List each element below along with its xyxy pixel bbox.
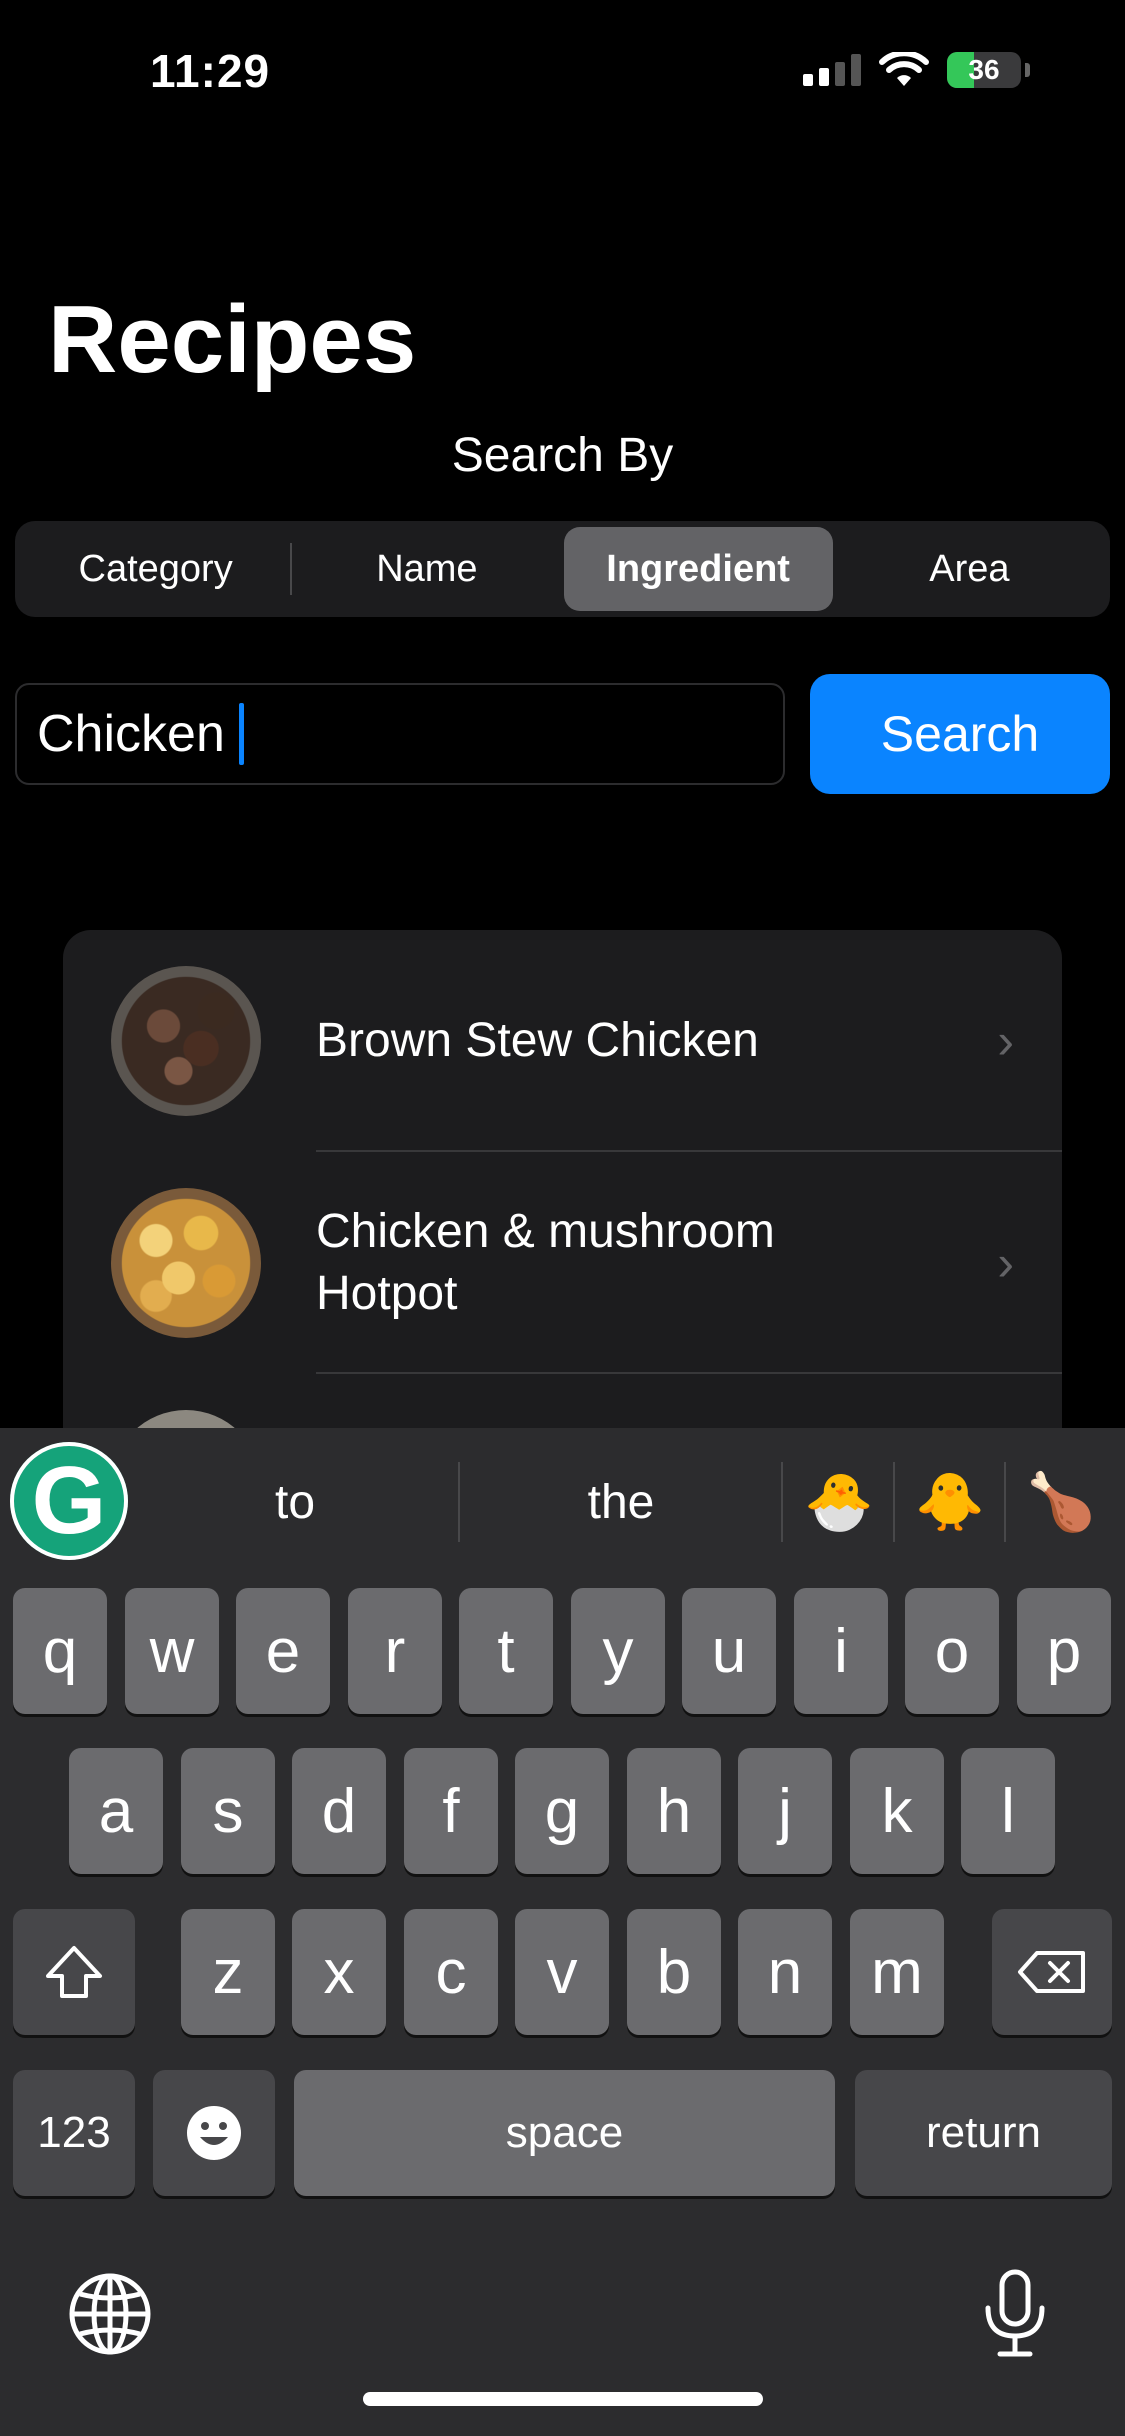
key-s[interactable]: s — [181, 1748, 275, 1874]
key-p[interactable]: p — [1017, 1588, 1111, 1714]
return-key[interactable]: return — [855, 2070, 1112, 2196]
segment-ingredient[interactable]: Ingredient — [563, 527, 833, 611]
key-m[interactable]: m — [850, 1909, 944, 2035]
key-b[interactable]: b — [627, 1909, 721, 2035]
key-z[interactable]: z — [181, 1909, 275, 2035]
segment-category[interactable]: Category — [21, 527, 290, 611]
space-key[interactable]: space — [294, 2070, 835, 2196]
battery-level: 36 — [968, 54, 1000, 85]
key-i[interactable]: i — [794, 1588, 888, 1714]
key-e[interactable]: e — [236, 1588, 330, 1714]
recipe-thumbnail — [111, 1188, 261, 1338]
key-r[interactable]: r — [348, 1588, 442, 1714]
suggestion-the[interactable]: the — [466, 1462, 776, 1542]
suggestion-to[interactable]: to — [140, 1462, 450, 1542]
globe-icon[interactable] — [68, 2272, 152, 2356]
search-by-segmented-control: Category Name Ingredient Area — [15, 521, 1110, 617]
backspace-icon — [1018, 1951, 1085, 1993]
key-t[interactable]: t — [459, 1588, 553, 1714]
status-time: 11:29 — [150, 45, 271, 97]
emoji-suggestion-chick[interactable]: 🐥 — [896, 1462, 1004, 1542]
shift-key[interactable] — [13, 1909, 135, 2035]
key-c[interactable]: c — [404, 1909, 498, 2035]
recipe-name: Brown Stew Chicken — [316, 1014, 759, 1067]
key-w[interactable]: w — [125, 1588, 219, 1714]
key-h[interactable]: h — [627, 1748, 721, 1874]
segment-label: Ingredient — [606, 547, 790, 590]
search-input-value: Chicken — [37, 705, 225, 763]
numbers-key[interactable]: 123 — [13, 2070, 135, 2196]
suggestion-divider — [781, 1462, 783, 1542]
segment-label: Area — [929, 547, 1010, 590]
ingredient-search-input[interactable]: Chicken — [15, 683, 785, 785]
key-v[interactable]: v — [515, 1909, 609, 2035]
suggestion-divider — [893, 1462, 895, 1542]
key-d[interactable]: d — [292, 1748, 386, 1874]
key-k[interactable]: k — [850, 1748, 944, 1874]
list-item[interactable]: Brown Stew Chicken › — [63, 930, 1062, 1152]
status-icons: 36 — [803, 52, 1030, 88]
key-o[interactable]: o — [905, 1588, 999, 1714]
key-g[interactable]: g — [515, 1748, 609, 1874]
chevron-right-icon: › — [997, 1235, 1014, 1291]
emoji-suggestion-drumstick[interactable]: 🍗 — [1006, 1462, 1116, 1542]
emoji-face-icon — [187, 2106, 241, 2160]
grammarly-letter: G — [31, 1447, 107, 1554]
battery-tip — [1025, 63, 1030, 77]
delete-key[interactable] — [992, 1909, 1112, 2035]
key-a[interactable]: a — [69, 1748, 163, 1874]
emoji-key[interactable] — [153, 2070, 275, 2196]
key-j[interactable]: j — [738, 1748, 832, 1874]
page-title: Recipes — [48, 286, 417, 393]
search-button[interactable]: Search — [810, 674, 1110, 794]
key-f[interactable]: f — [404, 1748, 498, 1874]
list-item[interactable]: Chicken & mushroom Hotpot › — [63, 1152, 1062, 1374]
segment-label: Name — [376, 547, 478, 590]
segment-label: Category — [78, 547, 233, 590]
key-x[interactable]: x — [292, 1909, 386, 2035]
cellular-signal-icon — [803, 54, 861, 86]
key-l[interactable]: l — [961, 1748, 1055, 1874]
key-n[interactable]: n — [738, 1909, 832, 2035]
results-list: Brown Stew Chicken › Chicken & mushroom … — [63, 930, 1062, 1450]
key-y[interactable]: y — [571, 1588, 665, 1714]
home-indicator — [363, 2392, 763, 2406]
chevron-right-icon: › — [997, 1013, 1014, 1069]
key-u[interactable]: u — [682, 1588, 776, 1714]
suggestion-divider — [458, 1462, 460, 1542]
segment-area[interactable]: Area — [835, 527, 1104, 611]
recipe-thumbnail — [111, 966, 261, 1116]
emoji-suggestion-hatching-chick[interactable]: 🐣 — [786, 1462, 892, 1542]
microphone-icon[interactable] — [980, 2268, 1050, 2360]
battery-icon: 36 — [947, 52, 1021, 88]
key-q[interactable]: q — [13, 1588, 107, 1714]
text-caret — [238, 703, 244, 765]
grammarly-icon[interactable]: G — [10, 1442, 128, 1560]
recipe-name: Chicken & mushroom Hotpot — [316, 1205, 775, 1320]
wifi-icon — [879, 52, 929, 86]
search-by-label: Search By — [451, 429, 674, 482]
segment-name[interactable]: Name — [292, 527, 561, 611]
shift-icon — [46, 1946, 102, 1998]
